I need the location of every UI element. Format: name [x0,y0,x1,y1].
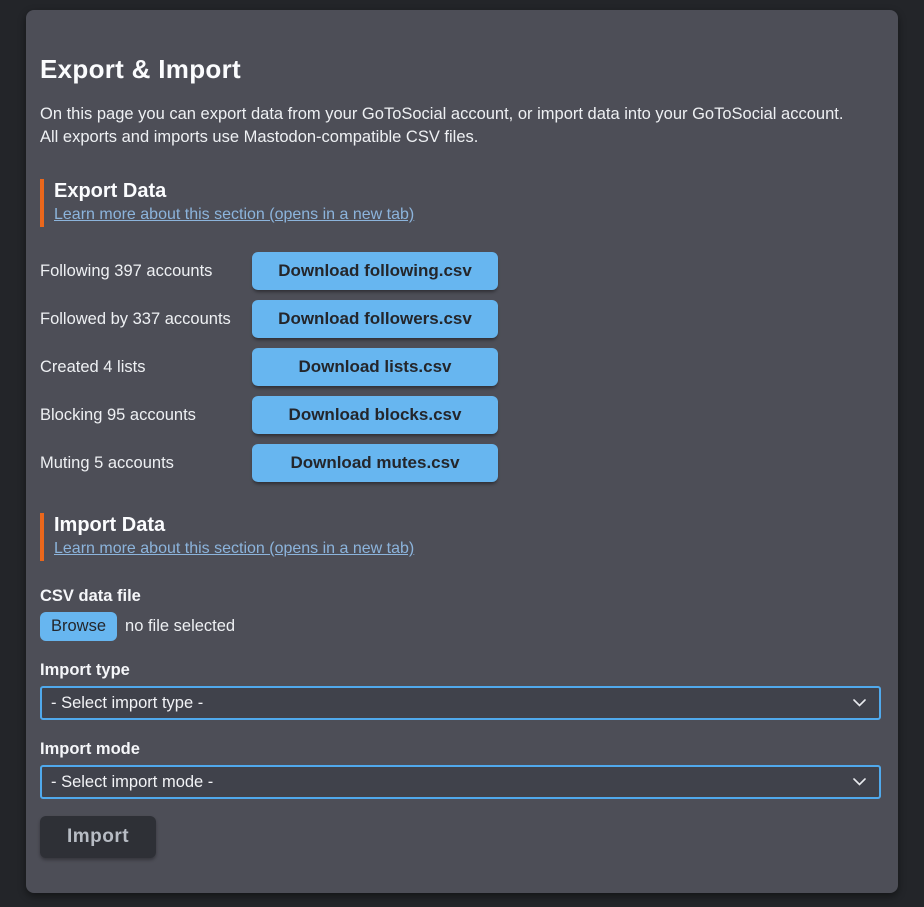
export-row-followers: Followed by 337 accounts Download follow… [40,300,881,338]
chevron-down-icon [853,699,866,707]
import-type-select[interactable]: - Select import type - [40,686,881,720]
export-row-label: Muting 5 accounts [40,454,252,473]
import-type-label: Import type [40,661,881,680]
export-row-blocks: Blocking 95 accounts Download blocks.csv [40,396,881,434]
export-row-label: Followed by 337 accounts [40,310,252,329]
export-learn-more-link[interactable]: Learn more about this section (opens in … [54,206,414,224]
download-mutes-button[interactable]: Download mutes.csv [252,444,498,482]
export-section-header: Export Data Learn more about this sectio… [40,179,881,227]
download-following-button[interactable]: Download following.csv [252,252,498,290]
import-learn-more-link[interactable]: Learn more about this section (opens in … [54,540,414,558]
import-section-title: Import Data [54,514,881,537]
export-row-mutes: Muting 5 accounts Download mutes.csv [40,444,881,482]
export-row-label: Created 4 lists [40,358,252,377]
browse-button[interactable]: Browse [40,612,117,641]
import-mode-selected-value: - Select import mode - [51,773,213,792]
export-data-section: Export Data Learn more about this sectio… [40,179,881,482]
import-mode-select[interactable]: - Select import mode - [40,765,881,799]
csv-file-label: CSV data file [40,587,881,606]
import-data-section: Import Data Learn more about this sectio… [40,513,881,858]
export-row-lists: Created 4 lists Download lists.csv [40,348,881,386]
import-type-selected-value: - Select import type - [51,694,203,713]
download-followers-button[interactable]: Download followers.csv [252,300,498,338]
import-type-field: Import type - Select import type - [40,661,881,720]
export-row-label: Blocking 95 accounts [40,406,252,425]
csv-file-field: CSV data file Browse no file selected [40,587,881,641]
import-section-header: Import Data Learn more about this sectio… [40,513,881,561]
page-description-line2: All exports and imports use Mastodon-com… [40,128,478,146]
export-rows: Following 397 accounts Download followin… [40,252,881,482]
download-lists-button[interactable]: Download lists.csv [252,348,498,386]
import-mode-label: Import mode [40,740,881,759]
download-blocks-button[interactable]: Download blocks.csv [252,396,498,434]
export-import-page: Export & Import On this page you can exp… [26,10,898,893]
chevron-down-icon [853,778,866,786]
csv-file-input[interactable]: Browse no file selected [40,612,881,641]
page-title: Export & Import [40,54,881,85]
page-description-line1: On this page you can export data from yo… [40,105,843,123]
export-row-following: Following 397 accounts Download followin… [40,252,881,290]
page-description: On this page you can export data from yo… [40,103,881,148]
export-row-label: Following 397 accounts [40,262,252,281]
export-section-title: Export Data [54,180,881,203]
file-status-text: no file selected [125,617,235,636]
import-mode-field: Import mode - Select import mode - [40,740,881,799]
import-submit-button[interactable]: Import [40,816,156,858]
